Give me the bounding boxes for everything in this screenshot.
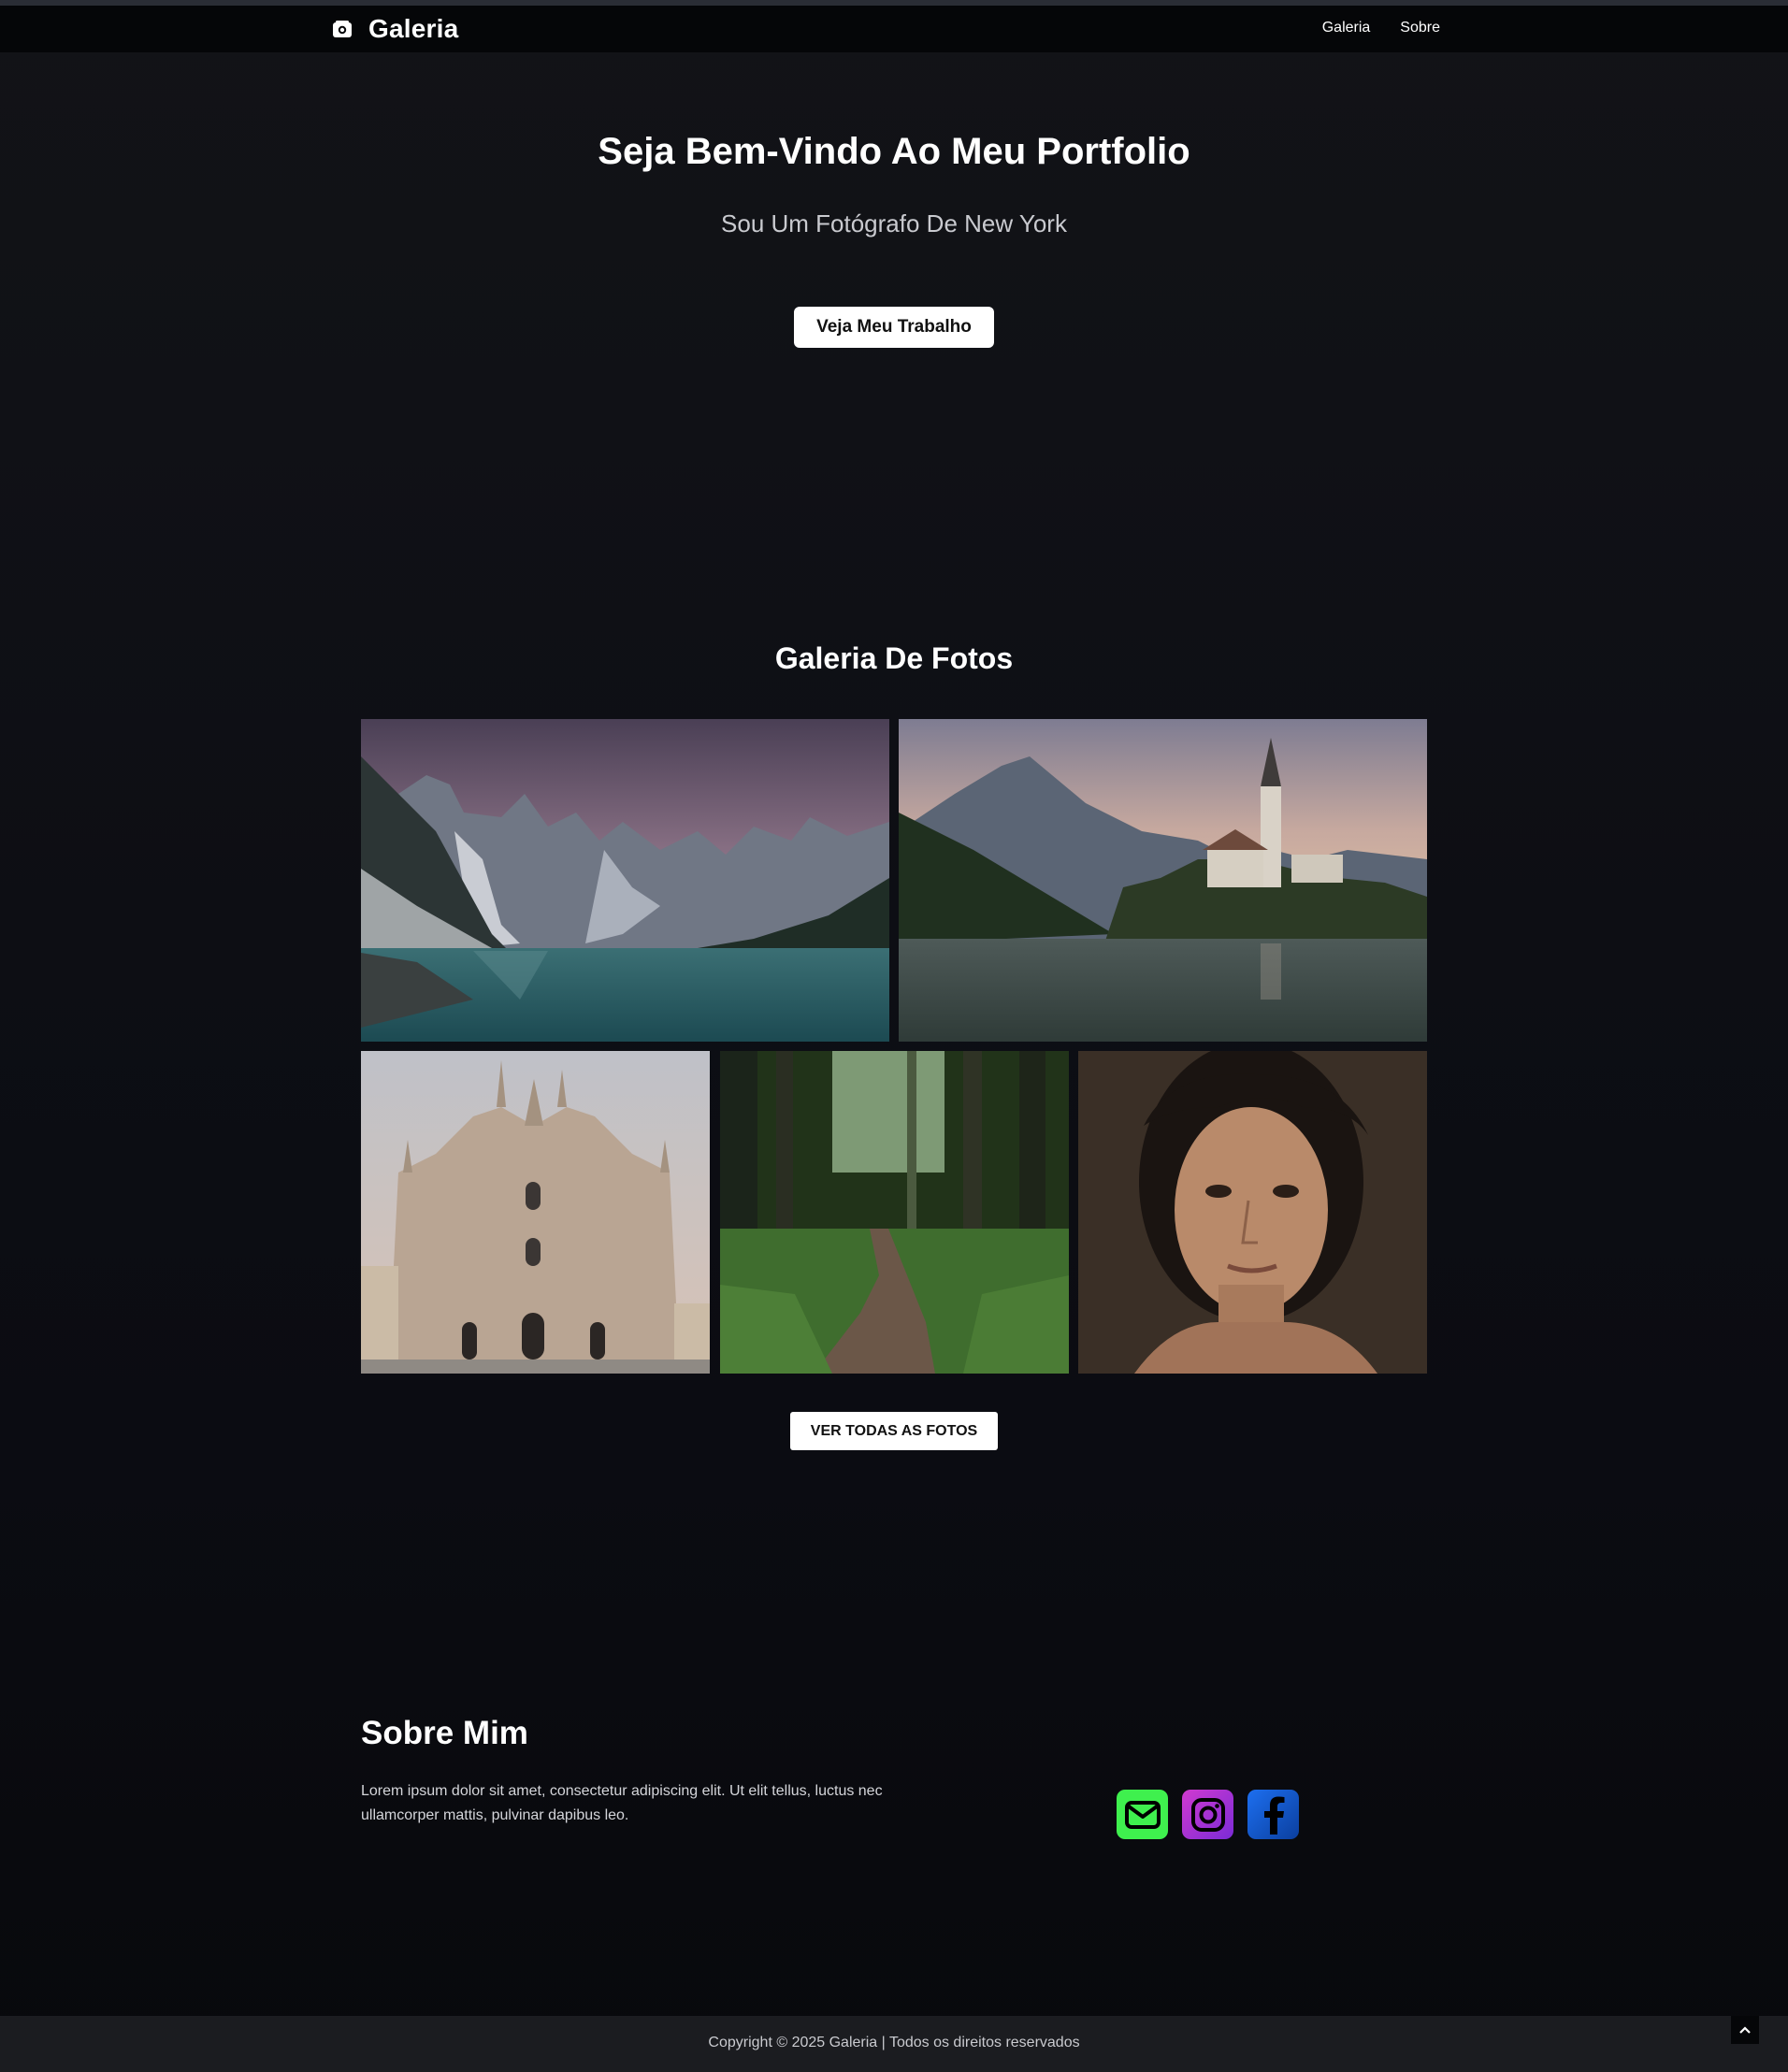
instagram-button[interactable] [1182,1790,1233,1839]
nav-link-galeria[interactable]: Galeria [1322,20,1371,36]
photo-portrait[interactable] [1078,1051,1427,1374]
photo-forest-path[interactable] [720,1051,1069,1374]
chevron-up-icon [1739,2026,1751,2034]
view-all-photos-button[interactable]: VER TODAS AS FOTOS [790,1412,998,1450]
brand-name: Galeria [368,14,459,43]
hero-title: Seja Bem-Vindo Ao Meu Portfolio [598,131,1190,172]
about-text: Lorem ipsum dolor sit amet, consectetur … [361,1783,883,1823]
footer: Copyright © 2025 Galeria | Todos os dire… [0,2016,1788,2072]
mail-icon [1124,1800,1161,1829]
photo-lake-church[interactable] [899,719,1427,1042]
footer-copyright: Copyright © 2025 Galeria | Todos os dire… [708,2035,1080,2050]
nav-link-sobre[interactable]: Sobre [1400,20,1440,36]
photo-cathedral[interactable] [361,1051,710,1374]
facebook-button[interactable] [1247,1790,1299,1839]
about-title: Sobre Mim [361,1715,528,1751]
photo-mountain-lake[interactable] [361,719,889,1042]
camera-icon [333,21,352,37]
hero-subtitle: Sou Um Fotógrafo De New York [721,209,1067,237]
view-work-button[interactable]: Veja Meu Trabalho [794,307,994,348]
nav-links: Galeria Sobre [1322,20,1440,36]
brand[interactable]: Galeria [331,14,459,43]
facebook-icon [1263,1796,1284,1835]
instagram-icon [1190,1797,1225,1832]
back-to-top-button[interactable] [1731,2016,1759,2044]
mail-button[interactable] [1117,1790,1168,1839]
gallery-title: Galeria De Fotos [774,641,1014,675]
navbar: Galeria Galeria Sobre [0,6,1788,52]
